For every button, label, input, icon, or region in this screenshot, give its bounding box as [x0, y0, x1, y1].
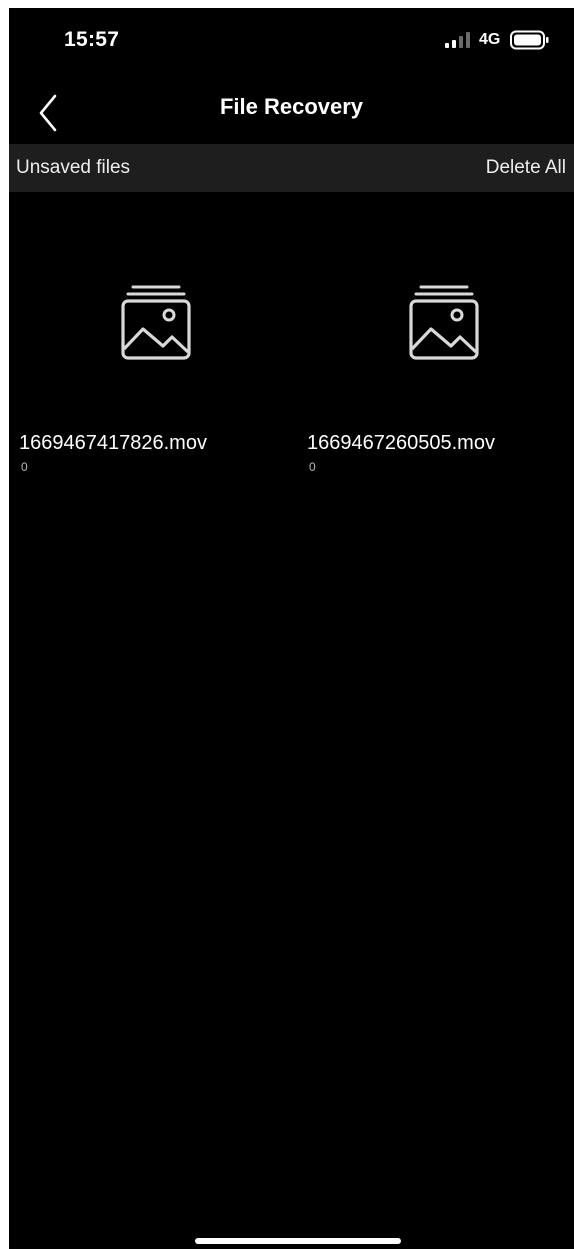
- navigation-bar: File Recovery: [9, 78, 574, 144]
- cellular-signal-icon: [445, 32, 470, 48]
- file-name: 1669467417826.mov: [19, 432, 207, 454]
- status-time: 15:57: [64, 28, 120, 51]
- home-indicator[interactable]: [195, 1238, 401, 1244]
- section-title: Unsaved files: [16, 157, 131, 178]
- file-size: 0: [21, 460, 28, 474]
- file-size: 0: [309, 460, 316, 474]
- section-header: Unsaved files Delete All: [9, 144, 574, 192]
- page-title: File Recovery: [219, 94, 364, 119]
- image-stack-icon: [121, 285, 191, 360]
- app-screen: 15:57 4G File Recovery Unsaved files Del…: [9, 8, 574, 1249]
- file-name: 1669467260505.mov: [307, 432, 495, 454]
- battery-icon: [510, 30, 549, 50]
- file-item[interactable]: 1669467260505.mov 0: [307, 284, 567, 514]
- status-bar: 15:57 4G: [9, 8, 574, 78]
- delete-all-button[interactable]: Delete All: [486, 157, 566, 179]
- file-item[interactable]: 1669467417826.mov 0: [19, 284, 279, 514]
- image-stack-icon: [409, 285, 479, 360]
- network-type-label: 4G: [479, 31, 501, 48]
